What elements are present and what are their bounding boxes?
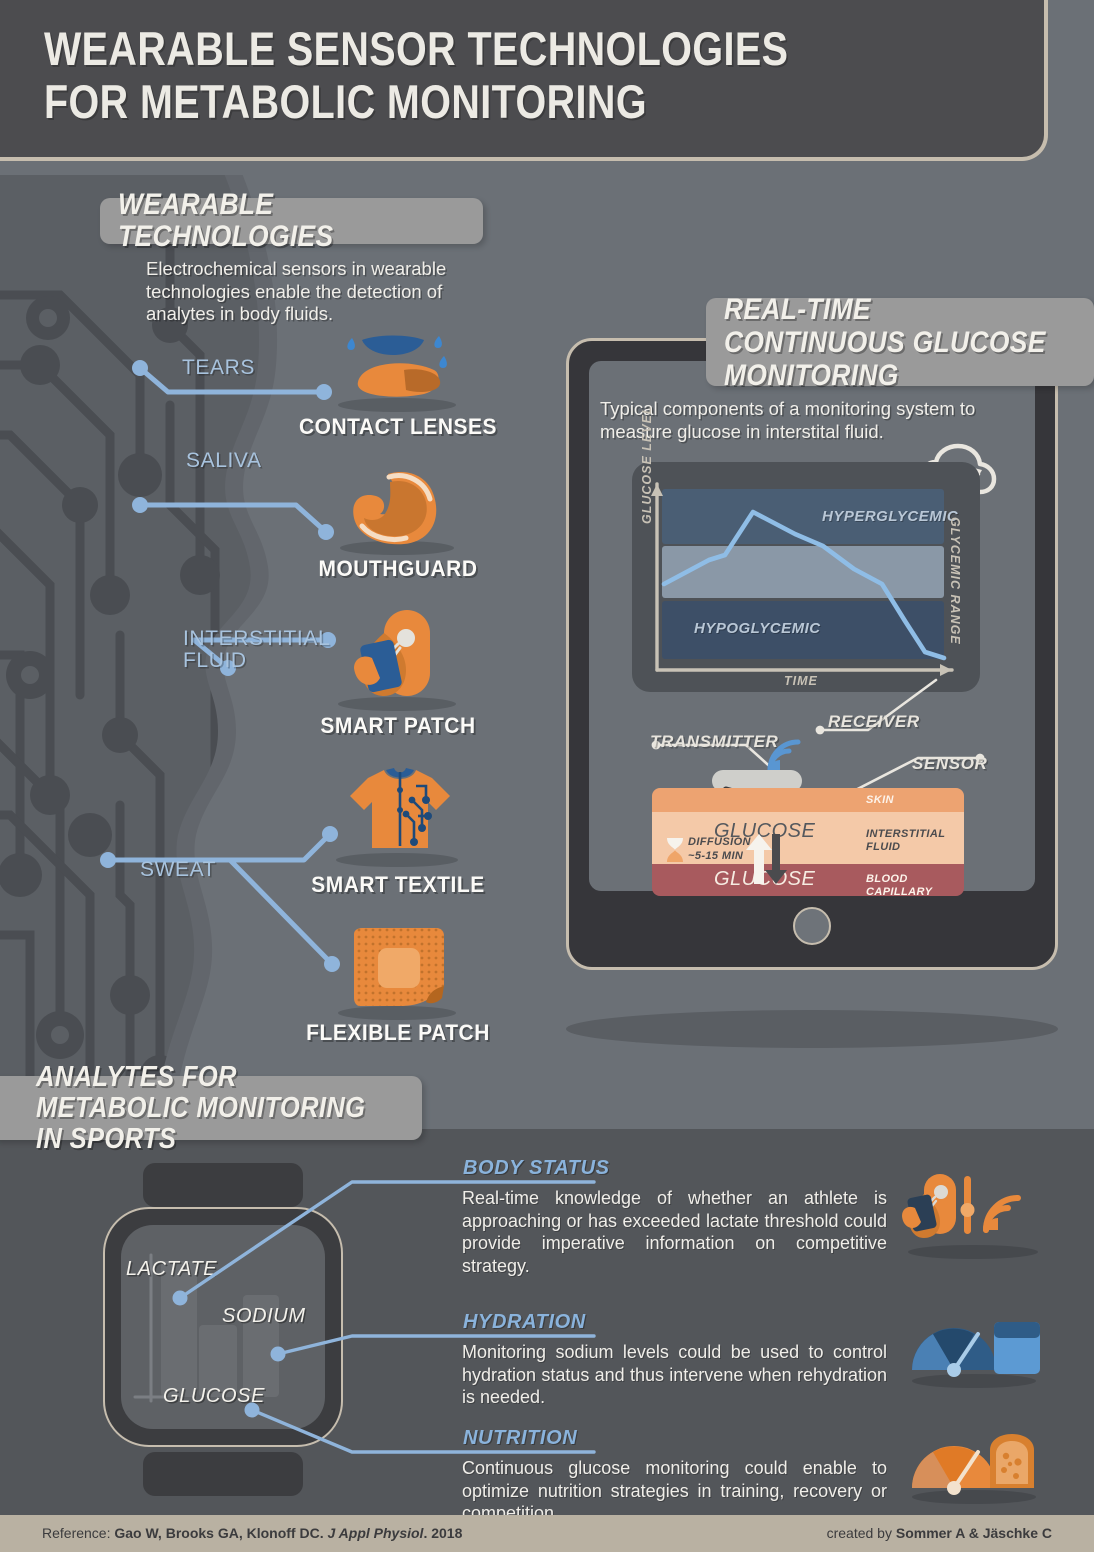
diffusion-arrows bbox=[746, 834, 787, 884]
callout-transmitter: TRANSMITTER bbox=[650, 732, 779, 751]
nutrition-icon-shadow bbox=[912, 1490, 1036, 1504]
diffusion-label-line2: ~5-15 MIN bbox=[688, 850, 744, 862]
topic-heading-hydration: HYDRATION bbox=[463, 1311, 586, 1333]
chart-plot bbox=[651, 482, 954, 676]
body-status-icon-shadow bbox=[908, 1245, 1038, 1259]
watch-strap-bottom bbox=[143, 1452, 303, 1496]
watch-strap-top bbox=[143, 1163, 303, 1207]
fluid-label-saliva: SALIVA bbox=[186, 449, 262, 472]
footer-ref-authors: Gao W, Brooks GA, Klonoff DC. bbox=[114, 1525, 328, 1541]
diffusion-label-line1: DIFFUSION bbox=[688, 836, 751, 848]
flexible-patch-shadow bbox=[338, 1006, 456, 1020]
layer-label-blood-capillary: BLOOD CAPILLARY bbox=[866, 873, 933, 898]
tablet-shadow bbox=[566, 1010, 1058, 1048]
device-name-flexible-patch: FLEXIBLE PATCH bbox=[306, 1020, 490, 1045]
hourglass-icon bbox=[667, 838, 683, 862]
smart-textile-shadow bbox=[336, 853, 458, 867]
footer-ref-prefix: Reference: bbox=[42, 1525, 115, 1541]
callout-receiver: RECEIVER bbox=[828, 712, 920, 731]
device-name-mouthguard: MOUTHGUARD bbox=[318, 556, 478, 581]
watch-label-glucose: GLUCOSE bbox=[163, 1385, 266, 1407]
tablet-home-button[interactable] bbox=[793, 907, 831, 945]
infographic-root: WEARABLE SENSOR TECHNOLOGIES FOR METABOL… bbox=[0, 0, 1094, 1552]
contact-lens-shadow bbox=[338, 398, 456, 412]
topic-heading-body-status: BODY STATUS bbox=[463, 1157, 610, 1179]
footer-credit-names: Sommer A & Jäschke C bbox=[895, 1525, 1052, 1541]
callout-sensor: SENSOR bbox=[912, 754, 988, 773]
section-title-analytes: ANALYTES FOR METABOLIC MONITORING IN SPO… bbox=[0, 1061, 422, 1154]
skin-diagram: SKIN INTERSTITIAL FLUID BLOOD CAPILLARY … bbox=[652, 788, 964, 898]
smart-patch-shadow bbox=[338, 697, 456, 711]
device-name-smart-textile: SMART TEXTILE bbox=[311, 872, 485, 897]
section-title-label: ANALYTES FOR METABOLIC MONITORING IN SPO… bbox=[36, 1060, 366, 1155]
fluid-label-interstitial-fluid: INTERSTITIAL FLUID bbox=[183, 627, 331, 672]
footer-reference: Reference: Gao W, Brooks GA, Klonoff DC.… bbox=[42, 1525, 462, 1541]
fluid-label-sweat: SWEAT bbox=[140, 858, 217, 881]
mouthguard-shadow bbox=[340, 541, 454, 555]
device-name-contact-lenses: CONTACT LENSES bbox=[298, 414, 498, 439]
footer-ref-year: . 2018 bbox=[423, 1525, 463, 1541]
page-title: WEARABLE SENSOR TECHNOLOGIES FOR METABOL… bbox=[44, 22, 789, 128]
fluid-label-tears: TEARS bbox=[182, 356, 256, 379]
device-name-smart-patch: SMART PATCH bbox=[320, 713, 476, 738]
footer-credit: created by Sommer A & Jäschke C bbox=[827, 1525, 1052, 1541]
layer-label-interstitial-fluid: INTERSTITIAL FLUID bbox=[866, 828, 946, 853]
section-title-label: WEARABLE TECHNOLOGIES bbox=[118, 188, 334, 253]
section-title-cgm: REAL-TIME CONTINUOUS GLUCOSE MONITORING bbox=[706, 293, 1094, 392]
watch-label-sodium: SODIUM bbox=[222, 1305, 306, 1327]
footer: Reference: Gao W, Brooks GA, Klonoff DC.… bbox=[0, 1515, 1094, 1552]
chart-xlabel: TIME bbox=[784, 674, 818, 688]
section-title-wearable-technologies: WEARABLE TECHNOLOGIES bbox=[100, 189, 483, 253]
footer-credit-prefix: created by bbox=[826, 1525, 896, 1541]
footer-ref-journal: J Appl Physiol bbox=[327, 1525, 424, 1541]
topic-text-body-status: Real-time knowledge of whether an athlet… bbox=[462, 1188, 887, 1276]
section-title-label: REAL-TIME CONTINUOUS GLUCOSE MONITORING bbox=[724, 292, 1046, 392]
chart-right-label: GLYCEMIC RANGE bbox=[948, 517, 962, 645]
watch-label-lactate: LACTATE bbox=[126, 1258, 218, 1280]
hydration-icon-shadow bbox=[912, 1374, 1036, 1388]
cgm-intro-text: Typical components of a monitoring syste… bbox=[600, 398, 976, 442]
glucose-chart: HYPERGLYCEMIC HYPOGLYCEMIC GLUCOSE LEVEL… bbox=[632, 405, 980, 692]
topic-text-hydration: Monitoring sodium levels could be used t… bbox=[462, 1342, 887, 1407]
topic-heading-nutrition: NUTRITION bbox=[463, 1427, 578, 1449]
layer-label-skin: SKIN bbox=[866, 794, 894, 806]
chart-ylabel: GLUCOSE LEVEL bbox=[640, 405, 654, 524]
wearable-intro-text: Electrochemical sensors in wearable tech… bbox=[146, 258, 447, 324]
skin-layer bbox=[652, 788, 964, 812]
